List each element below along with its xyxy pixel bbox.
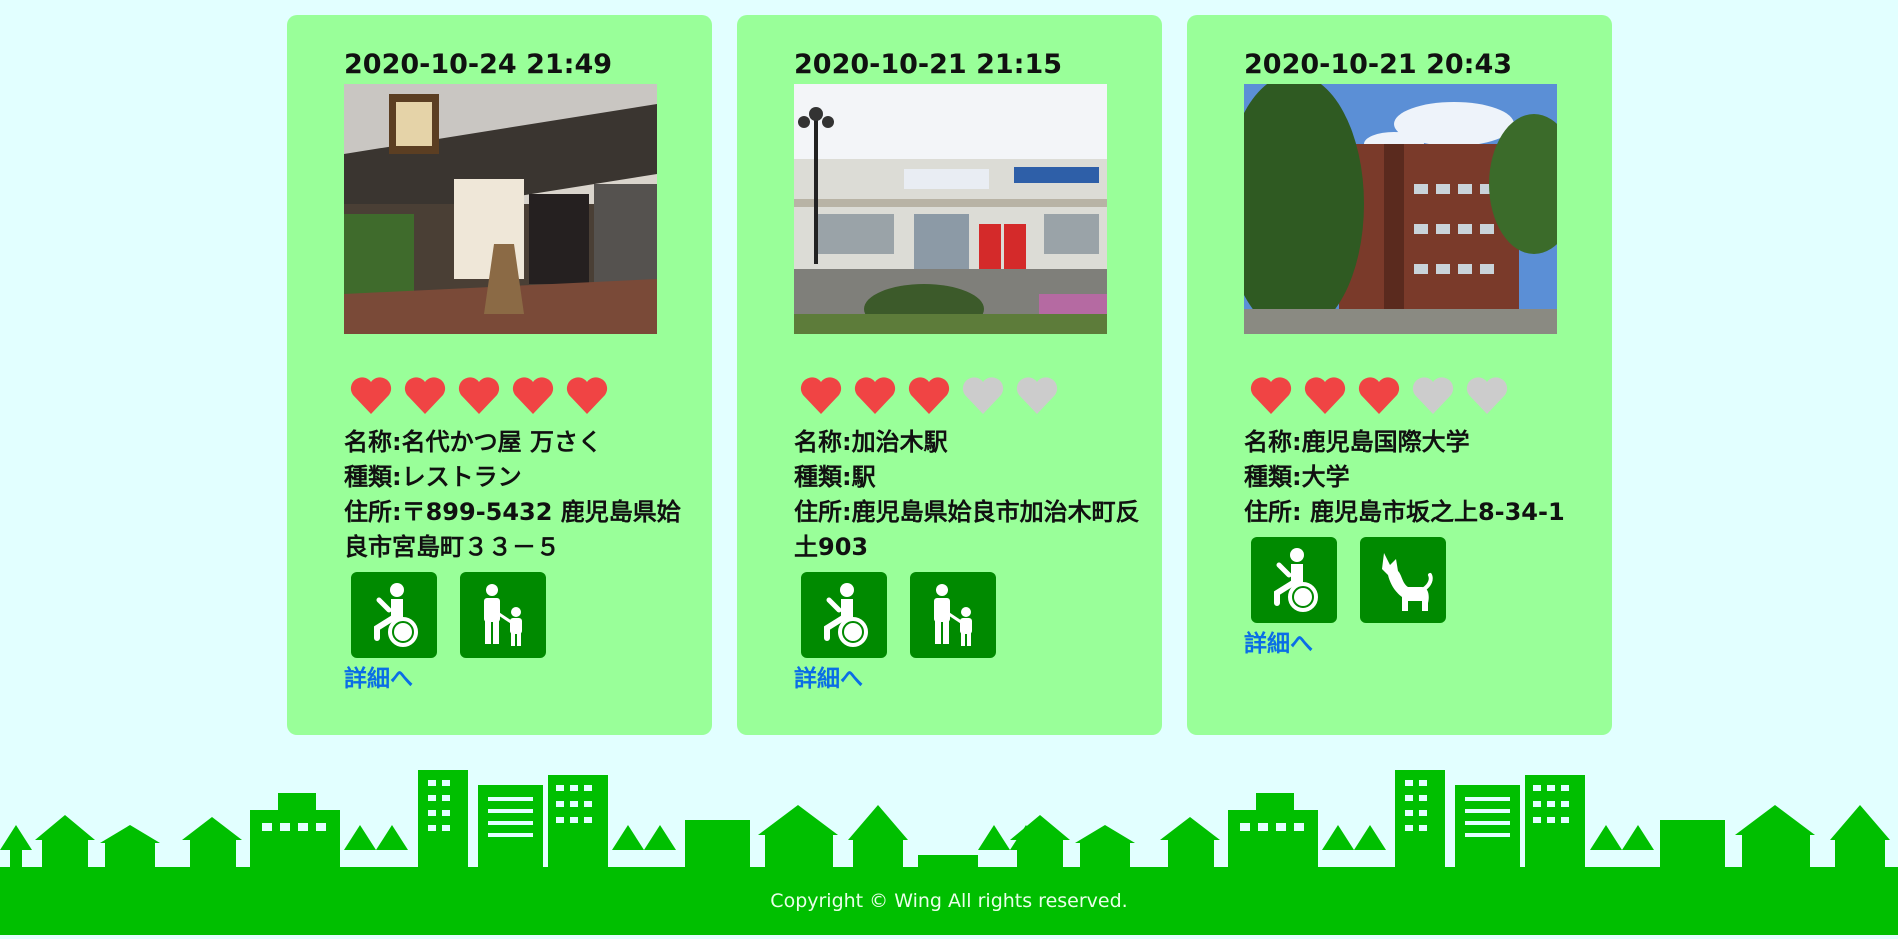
heart-filled-icon (349, 374, 393, 418)
heart-filled-icon (907, 374, 951, 418)
detail-link[interactable]: 詳細へ (794, 664, 863, 694)
rating-hearts (349, 374, 712, 418)
post-date: 2020-10-21 20:43 (1244, 49, 1513, 80)
wheelchair-icon (351, 572, 437, 658)
heart-empty-icon (1411, 374, 1455, 418)
card-list: 2020-10-24 21:49 名称:名代かつ屋 万さく 種類:レストラン 住… (287, 15, 1612, 735)
spot-address: 住所: 鹿児島市坂之上8-34-1 (1244, 498, 1565, 526)
post-date: 2020-10-24 21:49 (344, 49, 613, 80)
rating-hearts (799, 374, 1162, 418)
wheelchair-icon (1251, 537, 1337, 623)
parent-child-icon (460, 572, 546, 658)
wheelchair-icon (801, 572, 887, 658)
spot-info: 名称:名代かつ屋 万さく 種類:レストラン 住所:〒899-5432 鹿児島県姶… (344, 425, 704, 565)
facility-icons (801, 572, 1162, 658)
rating-hearts (1249, 374, 1612, 418)
heart-filled-icon (457, 374, 501, 418)
dog-icon (1360, 537, 1446, 623)
spot-type: 種類:駅 (794, 463, 876, 491)
facility-icons (351, 572, 712, 658)
copyright-text: Copyright © Wing All rights reserved. (770, 890, 1128, 912)
heart-filled-icon (565, 374, 609, 418)
detail-link[interactable]: 詳細へ (344, 664, 413, 694)
heart-empty-icon (1465, 374, 1509, 418)
detail-link[interactable]: 詳細へ (1244, 629, 1313, 659)
heart-filled-icon (1249, 374, 1293, 418)
heart-filled-icon (511, 374, 555, 418)
heart-empty-icon (1015, 374, 1059, 418)
heart-filled-icon (1357, 374, 1401, 418)
spot-address: 住所:〒899-5432 鹿児島県姶良市宮島町３３－５ (344, 498, 681, 561)
heart-empty-icon (961, 374, 1005, 418)
spot-type: 種類:レストラン (344, 463, 522, 491)
heart-filled-icon (853, 374, 897, 418)
spot-card: 2020-10-21 21:15 名称:加治木駅 種類:駅 住所:鹿児島県姶良市… (737, 15, 1162, 735)
heart-filled-icon (403, 374, 447, 418)
university-photo (1244, 84, 1557, 334)
spot-name: 名称:鹿児島国際大学 (1244, 428, 1470, 456)
spot-card: 2020-10-24 21:49 名称:名代かつ屋 万さく 種類:レストラン 住… (287, 15, 712, 735)
spot-info: 名称:鹿児島国際大学 種類:大学 住所: 鹿児島市坂之上8-34-1 (1244, 425, 1604, 530)
spot-info: 名称:加治木駅 種類:駅 住所:鹿児島県姶良市加治木町反土903 (794, 425, 1154, 565)
restaurant-photo (344, 84, 657, 334)
spot-address: 住所:鹿児島県姶良市加治木町反土903 (794, 498, 1140, 561)
spot-name: 名称:加治木駅 (794, 428, 948, 456)
parent-child-icon (910, 572, 996, 658)
facility-icons (1251, 537, 1612, 623)
heart-filled-icon (1303, 374, 1347, 418)
heart-filled-icon (799, 374, 843, 418)
spot-type: 種類:大学 (1244, 463, 1350, 491)
station-photo (794, 84, 1107, 334)
spot-card: 2020-10-21 20:43 名称:鹿児島国際大学 種類:大学 住所: 鹿児… (1187, 15, 1612, 735)
post-date: 2020-10-21 21:15 (794, 49, 1063, 80)
spot-name: 名称:名代かつ屋 万さく (344, 428, 602, 456)
